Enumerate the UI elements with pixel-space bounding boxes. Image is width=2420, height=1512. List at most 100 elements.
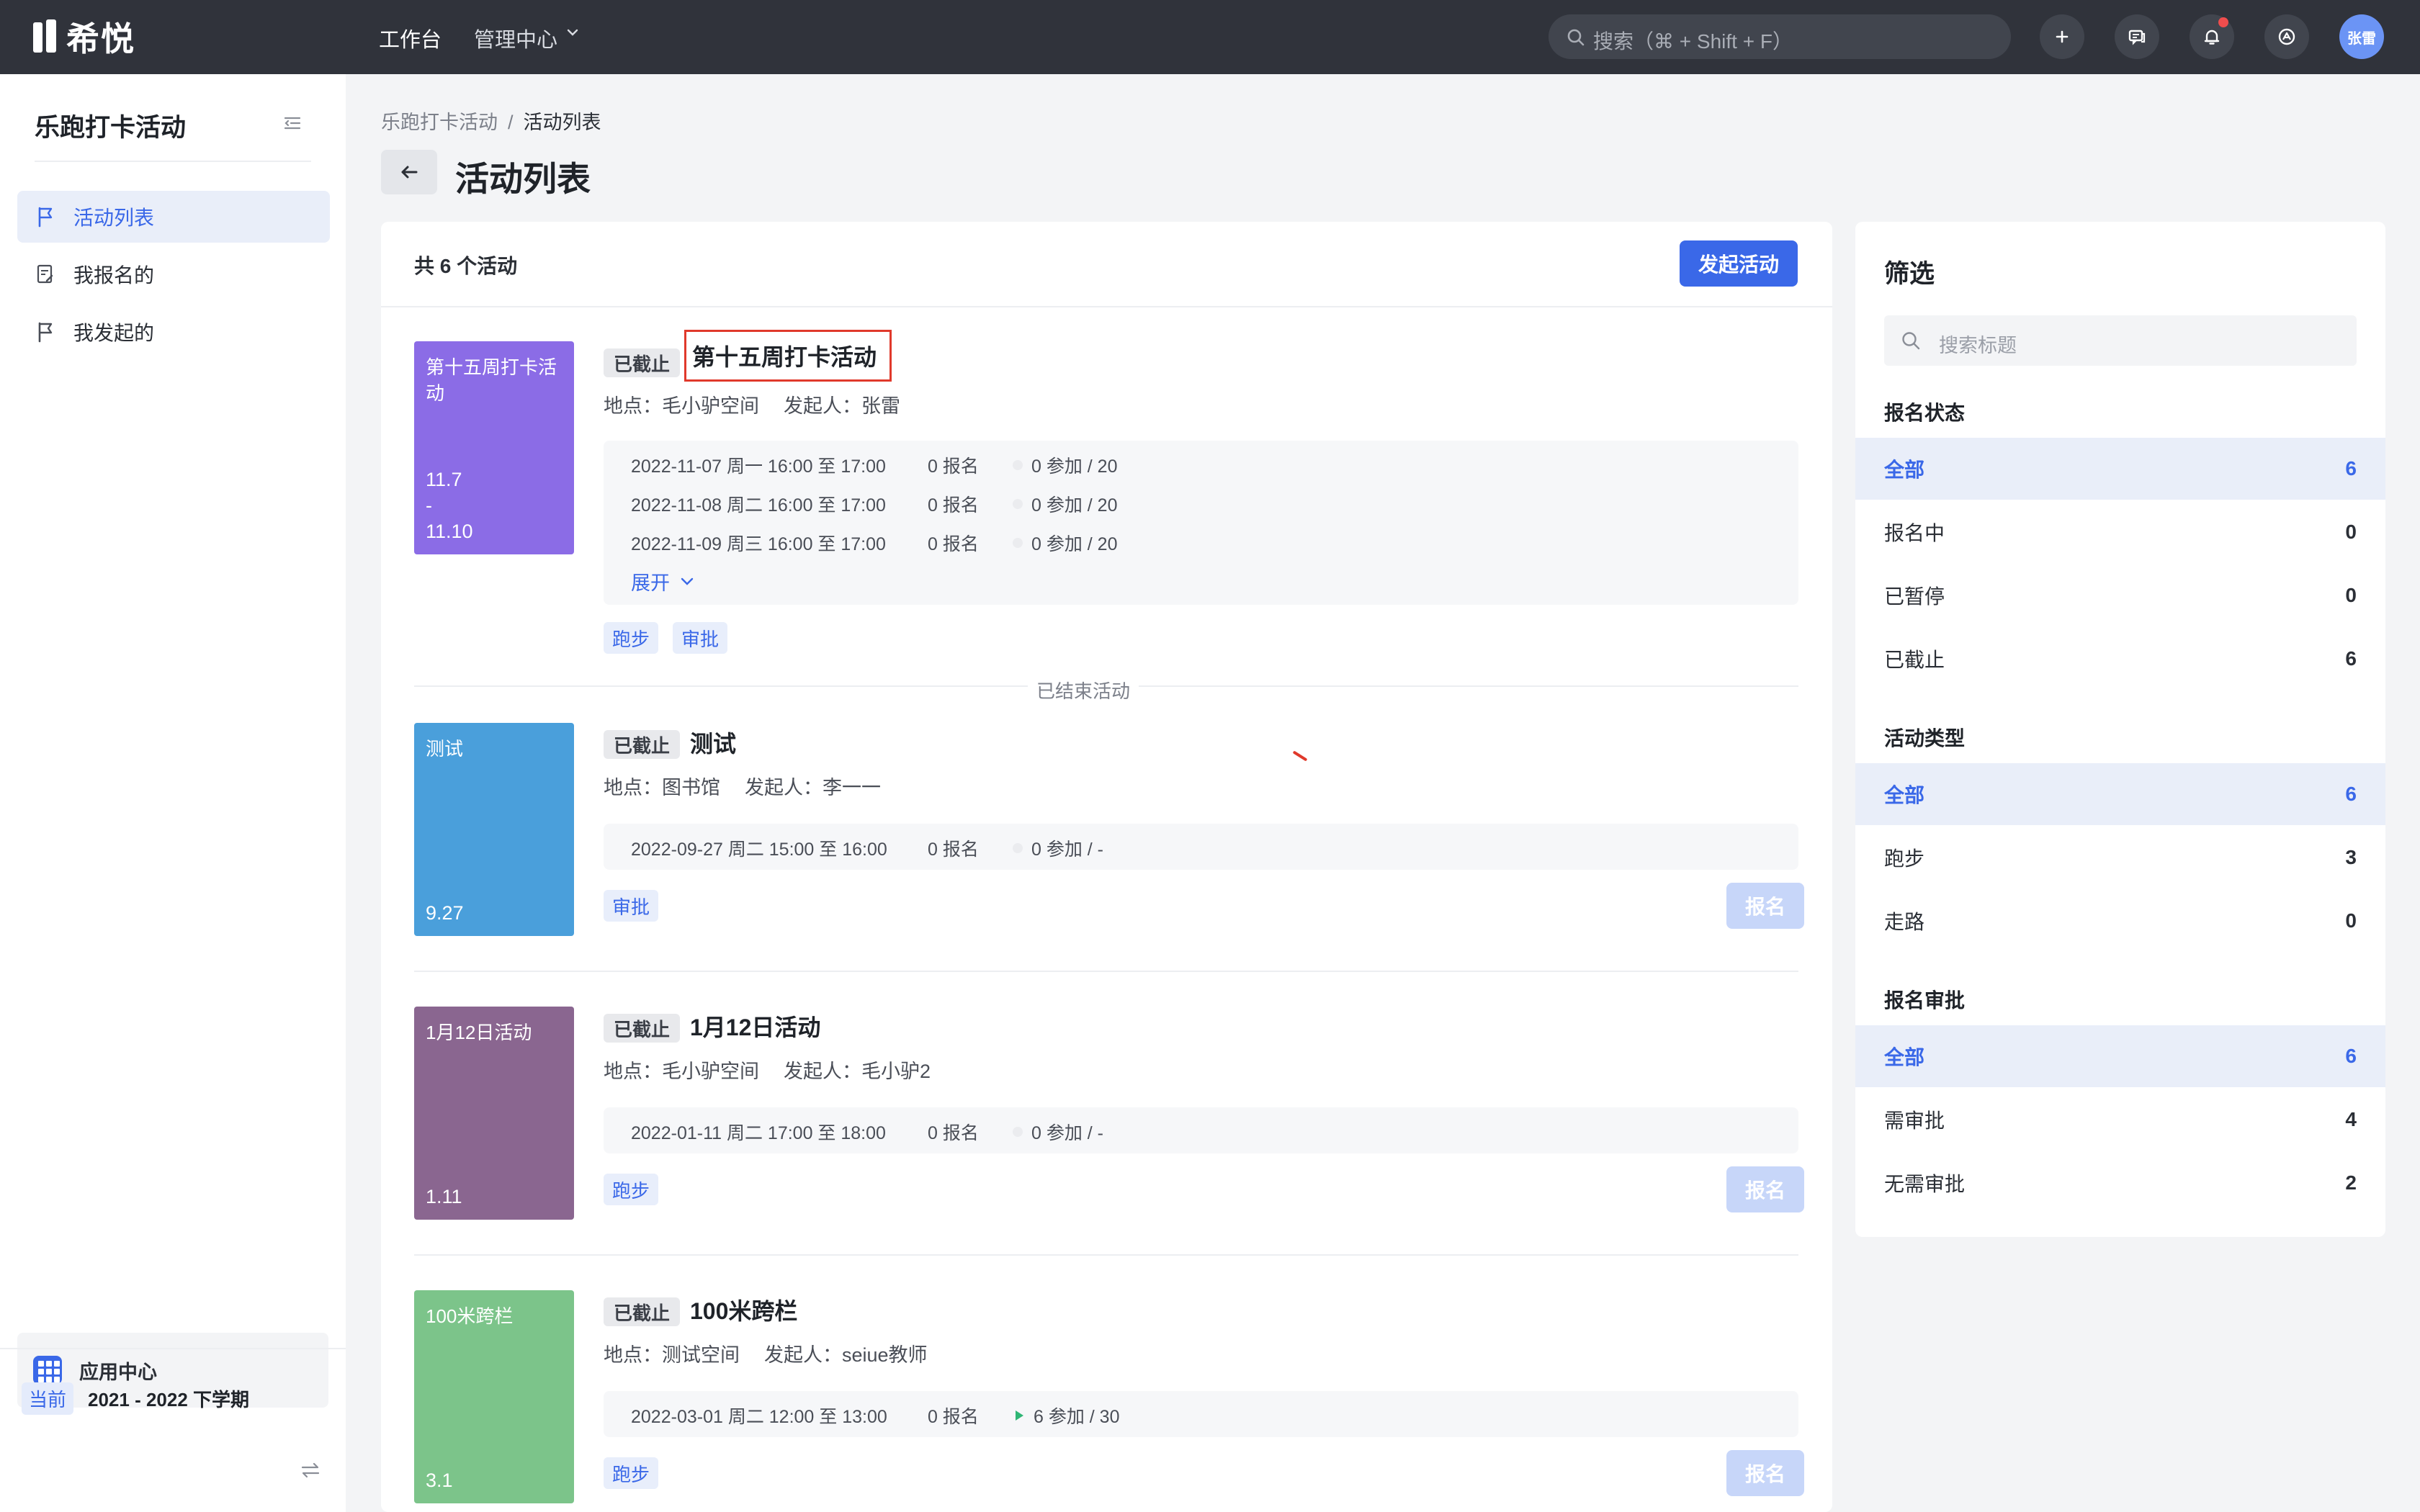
card-divider bbox=[414, 1254, 1798, 1256]
session-list: 2022-11-07 周一 16:00 至 17:00 0 报名 0 参加 / 20… bbox=[604, 441, 1798, 605]
activity-title[interactable]: 1月12日活动 bbox=[690, 1009, 820, 1043]
sidebar-item-my-signups[interactable]: 我报名的 bbox=[17, 248, 330, 300]
sidebar-item-label: 我报名的 bbox=[73, 264, 155, 287]
activity-organizer: 发起人：李一一 bbox=[745, 777, 881, 798]
cover-date-range: 1.11 bbox=[426, 1186, 462, 1207]
cover-title: 100米跨栏 bbox=[426, 1305, 514, 1327]
user-avatar[interactable]: 张雷 bbox=[2339, 14, 2384, 59]
session-row: 2022-11-07 周一 16:00 至 17:00 0 报名 0 参加 / 20 bbox=[631, 456, 1118, 477]
filter-option[interactable]: 走路 0 bbox=[1855, 890, 2385, 952]
activity-cover[interactable]: 测试 9.27 bbox=[414, 723, 574, 936]
filter-option[interactable]: 已截止 6 bbox=[1855, 628, 2385, 690]
session-row: 2022-11-09 周三 16:00 至 17:00 0 报名 0 参加 / 20 bbox=[631, 534, 1118, 554]
session-row: 2022-09-27 周二 15:00 至 16:00 0 报名 0 参加 / - bbox=[631, 840, 1104, 860]
messages-button[interactable] bbox=[2115, 14, 2159, 59]
filter-option[interactable]: 无需审批 2 bbox=[1855, 1152, 2385, 1214]
status-badge: 已截止 bbox=[604, 1297, 681, 1326]
activity-title[interactable]: 测试 bbox=[690, 726, 736, 759]
activity-meta: 地点：毛小驴空间 发起人：毛小驴2 bbox=[604, 1056, 931, 1084]
collapse-sidebar-icon[interactable] bbox=[282, 113, 302, 133]
filter-option[interactable]: 报名中 0 bbox=[1855, 501, 2385, 563]
sidebar-item-label: 我发起的 bbox=[73, 322, 155, 344]
global-search-input[interactable]: 搜索（⌘ + Shift + F） bbox=[1549, 14, 2011, 59]
breadcrumb: 乐跑打卡活动 / 活动列表 bbox=[381, 107, 601, 135]
create-activity-button[interactable]: 发起活动 bbox=[1680, 240, 1798, 287]
session-list: 2022-09-27 周二 15:00 至 16:00 0 报名 0 参加 / - bbox=[604, 824, 1798, 870]
flag-icon bbox=[38, 322, 53, 343]
filter-option[interactable]: 需审批 4 bbox=[1855, 1089, 2385, 1151]
filter-option[interactable]: 全部 6 bbox=[1855, 438, 2385, 500]
sidebar-item-activity-list[interactable]: 活动列表 bbox=[17, 191, 330, 243]
activity-organizer: 发起人：毛小驴2 bbox=[784, 1061, 931, 1082]
activity-organizer: 发起人：张雷 bbox=[784, 395, 900, 417]
play-flag-icon bbox=[1016, 1410, 1023, 1421]
signup-button[interactable]: 报名 bbox=[1726, 883, 1804, 929]
activity-cover[interactable]: 第十五周打卡活动 11.7 - 11.10 bbox=[414, 341, 574, 554]
term-selector[interactable]: 当前 2021 - 2022 下学期 bbox=[22, 1382, 249, 1415]
arrow-left-icon bbox=[401, 166, 418, 179]
breadcrumb-link[interactable]: 乐跑打卡活动 bbox=[381, 112, 498, 133]
plus-icon bbox=[2056, 30, 2069, 43]
top-navigation-bar: 希悦 工作台 管理中心 搜索（⌘ + Shift + F） 张雷 bbox=[0, 0, 2420, 74]
signup-button[interactable]: 报名 bbox=[1726, 1450, 1804, 1496]
nav-admin-center[interactable]: 管理中心 bbox=[474, 23, 557, 53]
filter-search-placeholder: 搜索标题 bbox=[1939, 335, 2017, 356]
filter-search-input[interactable]: 搜索标题 bbox=[1884, 315, 2357, 366]
breadcrumb-separator: / bbox=[508, 112, 514, 133]
activity-count: 共 6 个活动 bbox=[414, 255, 518, 277]
filter-title: 筛选 bbox=[1884, 260, 1935, 288]
cover-title: 测试 bbox=[426, 738, 464, 760]
left-sidebar: 乐跑打卡活动 活动列表 我报名的 我发起的 应用中心 当前 2021 - 202… bbox=[0, 74, 346, 1512]
add-button[interactable] bbox=[2040, 14, 2084, 59]
sidebar-bottom-divider bbox=[0, 1348, 346, 1349]
swap-term-icon[interactable] bbox=[300, 1460, 321, 1480]
status-badge: 已截止 bbox=[604, 348, 681, 377]
logo-mark-icon bbox=[33, 19, 59, 54]
bell-icon bbox=[2204, 30, 2220, 45]
filter-option[interactable]: 全部 6 bbox=[1855, 763, 2385, 825]
progress-dot-icon bbox=[1013, 1127, 1023, 1137]
nav-workbench[interactable]: 工作台 bbox=[379, 23, 442, 53]
activity-title[interactable]: 第十五周打卡活动 bbox=[684, 330, 892, 382]
cover-title: 1月12日活动 bbox=[426, 1022, 532, 1043]
signup-doc-icon bbox=[37, 264, 53, 284]
signup-button[interactable]: 报名 bbox=[1726, 1166, 1804, 1212]
back-button[interactable] bbox=[381, 150, 437, 194]
tag-approval: 审批 bbox=[673, 622, 728, 654]
activity-cover[interactable]: 1月12日活动 1.11 bbox=[414, 1007, 574, 1220]
session-row: 2022-03-01 周二 12:00 至 13:00 0 报名 6 参加 / 30 bbox=[631, 1407, 1120, 1427]
chevron-down-icon[interactable] bbox=[566, 26, 579, 39]
activity-location: 地点：图书馆 bbox=[604, 777, 720, 798]
activity-list-panel: 共 6 个活动 发起活动 第十五周打卡活动 11.7 - 11.10 已截止 第… bbox=[381, 222, 1832, 1512]
tag-running: 跑步 bbox=[604, 1457, 659, 1489]
filter-option[interactable]: 全部 6 bbox=[1855, 1025, 2385, 1087]
card-divider bbox=[414, 971, 1798, 972]
cover-date-range: 11.7 - 11.10 bbox=[426, 469, 473, 542]
session-row: 2022-01-11 周二 17:00 至 18:00 0 报名 0 参加 / - bbox=[631, 1123, 1104, 1143]
app-logo[interactable]: 希悦 bbox=[33, 17, 135, 58]
filter-group-title: 报名状态 bbox=[1884, 402, 1966, 424]
progress-dot-icon bbox=[1013, 538, 1023, 548]
filter-option[interactable]: 跑步 3 bbox=[1855, 827, 2385, 888]
filter-panel: 筛选 搜索标题 报名状态 全部 6 报名中 0 已暂停 0 已截止 6 活动类型 全部 6… bbox=[1855, 222, 2385, 1237]
logo-text: 希悦 bbox=[66, 20, 135, 58]
progress-dot-icon bbox=[1013, 499, 1023, 509]
activity-title[interactable]: 100米跨栏 bbox=[690, 1293, 797, 1326]
filter-option[interactable]: 已暂停 0 bbox=[1855, 564, 2385, 626]
progress-dot-icon bbox=[1013, 460, 1023, 470]
activity-location: 地点：毛小驴空间 bbox=[604, 1061, 759, 1082]
notification-dot bbox=[2218, 17, 2228, 27]
expand-sessions-button[interactable]: 展开 bbox=[631, 567, 696, 595]
sidebar-item-my-created[interactable]: 我发起的 bbox=[17, 306, 330, 358]
ended-activities-label: 已结束活动 bbox=[1028, 677, 1139, 703]
ai-assistant-button[interactable] bbox=[2264, 14, 2309, 59]
sidebar-divider bbox=[35, 161, 311, 162]
status-badge: 已截止 bbox=[604, 1014, 681, 1043]
search-icon bbox=[1567, 29, 1585, 46]
activity-location: 地点：测试空间 bbox=[604, 1344, 740, 1366]
tag-running: 跑步 bbox=[604, 1174, 659, 1205]
current-term-badge: 当前 bbox=[22, 1382, 74, 1415]
notifications-button[interactable] bbox=[2190, 14, 2234, 59]
activity-organizer: 发起人：seiue教师 bbox=[764, 1344, 928, 1366]
activity-cover[interactable]: 100米跨栏 3.1 bbox=[414, 1290, 574, 1503]
